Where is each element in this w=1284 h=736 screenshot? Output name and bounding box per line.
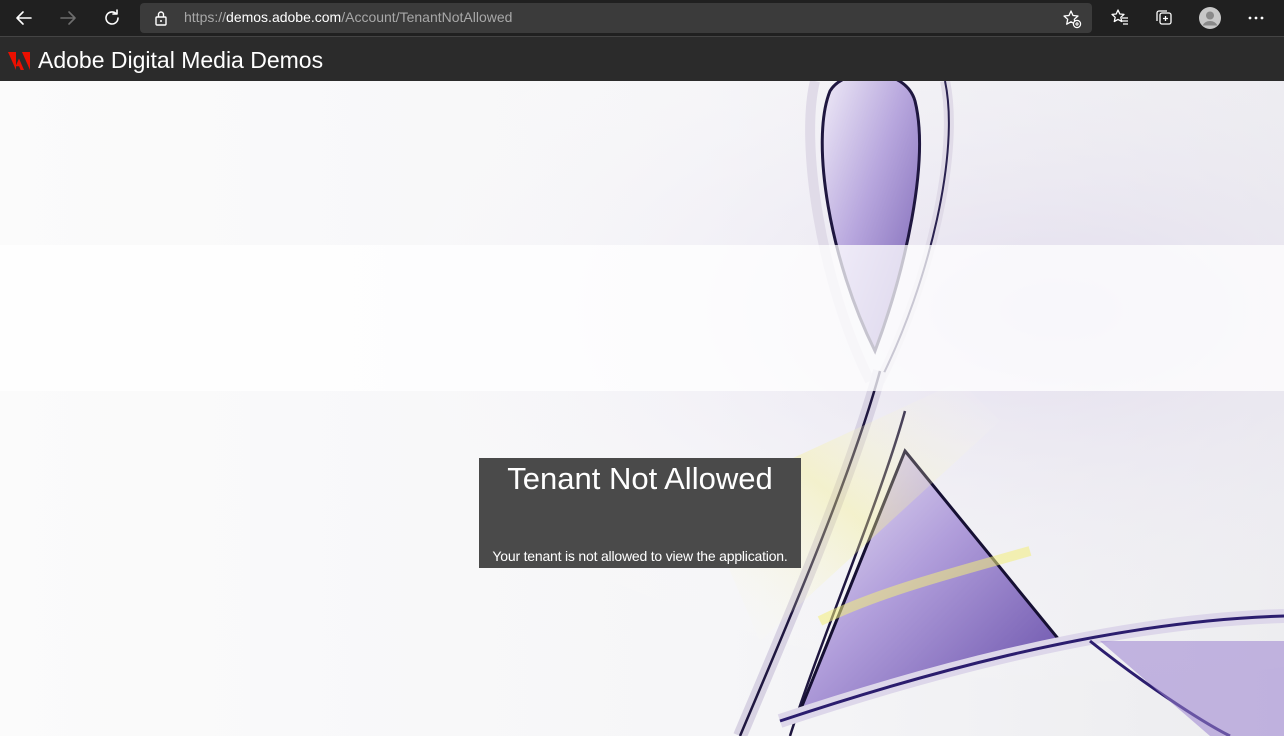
collections-button[interactable] — [1150, 4, 1178, 32]
profile-icon — [1199, 7, 1221, 29]
more-button[interactable] — [1242, 4, 1270, 32]
address-bar[interactable]: https://demos.adobe.com/Account/TenantNo… — [140, 3, 1092, 33]
error-notice: Tenant Not Allowed Your tenant is not al… — [479, 458, 801, 568]
add-favorite-icon[interactable] — [1062, 9, 1082, 29]
lock-icon[interactable] — [154, 10, 168, 26]
adobe-logo-icon[interactable] — [8, 52, 30, 70]
url-path: /Account/TenantNotAllowed — [341, 9, 513, 25]
favorites-icon — [1111, 9, 1128, 25]
acrobat-ribbon-art — [0, 81, 1284, 736]
collections-icon — [1156, 10, 1172, 25]
translucent-band — [0, 245, 1284, 391]
url-prefix: https:// — [184, 9, 227, 25]
forward-button[interactable] — [54, 4, 82, 32]
main-content: Tenant Not Allowed Your tenant is not al… — [0, 81, 1284, 736]
app-title[interactable]: Adobe Digital Media Demos — [38, 47, 323, 74]
notice-message: Your tenant is not allowed to view the a… — [492, 548, 788, 564]
profile-button[interactable] — [1196, 4, 1224, 32]
favorites-button[interactable] — [1106, 4, 1134, 32]
forward-icon — [60, 11, 76, 25]
back-icon — [16, 11, 32, 25]
refresh-icon — [105, 9, 119, 25]
refresh-button[interactable] — [98, 4, 126, 32]
url-text: https://demos.adobe.com/Account/TenantNo… — [184, 9, 512, 25]
back-button[interactable] — [10, 4, 38, 32]
app-header: Adobe Digital Media Demos — [0, 36, 1284, 81]
notice-title: Tenant Not Allowed — [507, 461, 773, 496]
more-icon — [1248, 16, 1264, 20]
url-host: demos.adobe.com — [226, 9, 342, 25]
browser-toolbar: https://demos.adobe.com/Account/TenantNo… — [0, 0, 1284, 36]
